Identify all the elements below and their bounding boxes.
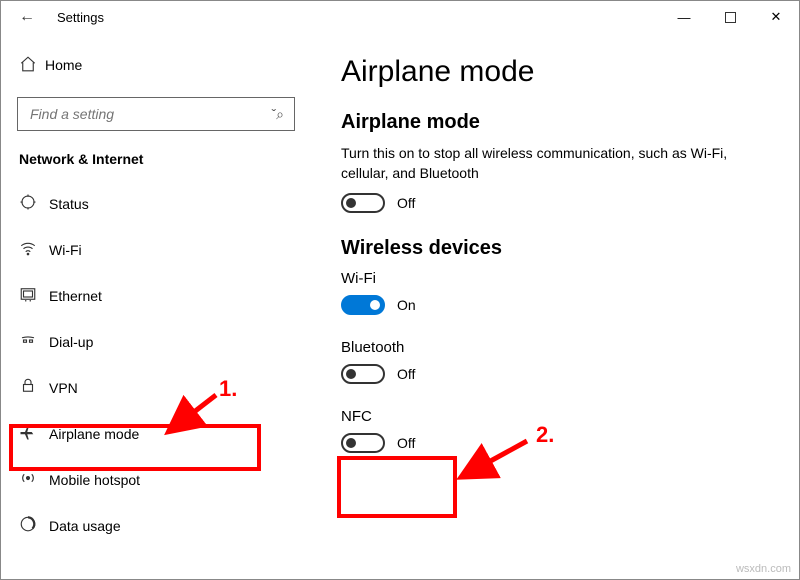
home-icon <box>19 55 45 76</box>
airplane-toggle[interactable] <box>341 193 385 213</box>
window-buttons: — ✕ <box>661 1 799 33</box>
sidebar-item-label: VPN <box>49 380 78 396</box>
back-button[interactable]: ← <box>11 8 43 26</box>
airplane-toggle-state: Off <box>397 195 415 211</box>
sidebar-item-label: Data usage <box>49 518 121 534</box>
sidebar-item-vpn[interactable]: VPN <box>1 365 311 411</box>
sidebar-item-label: Dial-up <box>49 334 93 350</box>
content-pane: Airplane mode Airplane mode Turn this on… <box>311 33 799 579</box>
sidebar-item-airplane[interactable]: Airplane mode <box>1 411 311 457</box>
hotspot-icon <box>19 469 49 492</box>
page-title: Airplane mode <box>341 55 769 89</box>
bluetooth-toggle[interactable] <box>341 364 385 384</box>
minimize-button[interactable]: — <box>661 1 707 33</box>
wifi-toggle[interactable] <box>341 295 385 315</box>
airplane-description: Turn this on to stop all wireless commun… <box>341 144 769 183</box>
sidebar-item-dialup[interactable]: Dial-up <box>1 319 311 365</box>
window-title: Settings <box>57 10 104 25</box>
sidebar-item-hotspot[interactable]: Mobile hotspot <box>1 457 311 503</box>
airplane-icon <box>19 423 49 446</box>
sidebar-item-datausage[interactable]: Data usage <box>1 503 311 549</box>
category-header: Network & Internet <box>1 151 311 181</box>
dialup-icon <box>19 331 49 354</box>
settings-window: ← Settings — ✕ Home ˇ⌕ Network & Interne… <box>0 0 800 580</box>
nfc-toggle-state: Off <box>397 435 415 451</box>
section-airplane-mode: Airplane mode <box>341 111 769 134</box>
home-nav[interactable]: Home <box>1 45 311 85</box>
wifi-toggle-state: On <box>397 297 416 313</box>
datausage-icon <box>19 515 49 538</box>
status-icon <box>19 193 49 216</box>
sidebar-item-label: Ethernet <box>49 288 102 304</box>
sidebar-item-wifi[interactable]: Wi-Fi <box>1 227 311 273</box>
search-box[interactable]: ˇ⌕ <box>17 97 295 131</box>
bluetooth-label: Bluetooth <box>341 339 769 356</box>
sidebar-item-ethernet[interactable]: Ethernet <box>1 273 311 319</box>
sidebar-item-label: Airplane mode <box>49 426 139 442</box>
search-input[interactable] <box>28 105 271 123</box>
sidebar-item-label: Wi-Fi <box>49 242 82 258</box>
wifi-icon <box>19 239 49 262</box>
vpn-icon <box>19 377 49 400</box>
bluetooth-toggle-state: Off <box>397 366 415 382</box>
sidebar: Home ˇ⌕ Network & Internet Status Wi-Fi <box>1 33 311 579</box>
close-button[interactable]: ✕ <box>753 1 799 33</box>
maximize-button[interactable] <box>707 1 753 33</box>
sidebar-item-label: Mobile hotspot <box>49 472 140 488</box>
sidebar-item-label: Status <box>49 196 89 212</box>
nfc-label: NFC <box>341 408 769 425</box>
section-wireless-devices: Wireless devices <box>341 237 769 260</box>
ethernet-icon <box>19 285 49 308</box>
home-label: Home <box>45 57 82 73</box>
search-icon: ˇ⌕ <box>271 106 284 123</box>
nfc-toggle[interactable] <box>341 433 385 453</box>
sidebar-item-status[interactable]: Status <box>1 181 311 227</box>
wifi-label: Wi-Fi <box>341 270 769 287</box>
titlebar: ← Settings — ✕ <box>1 1 799 33</box>
